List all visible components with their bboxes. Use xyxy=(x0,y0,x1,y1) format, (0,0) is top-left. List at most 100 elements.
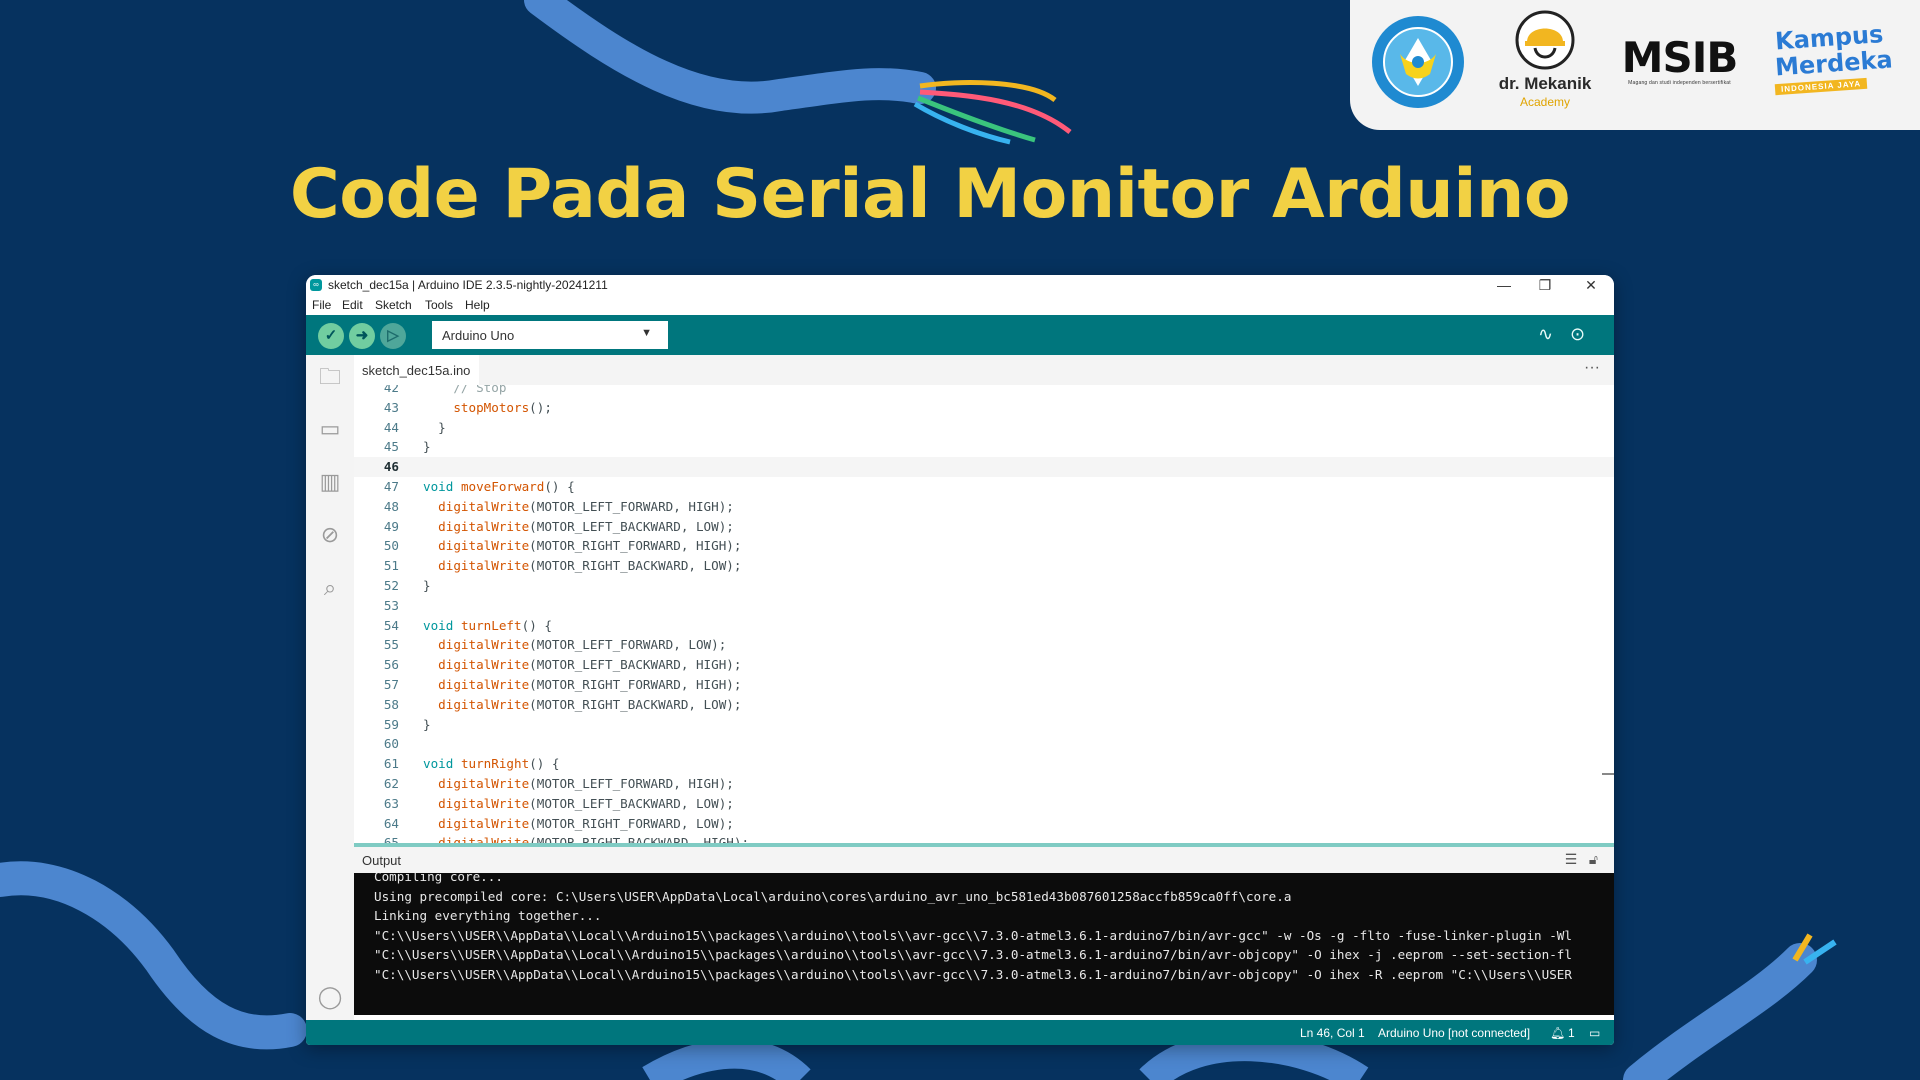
clear-output-icon[interactable]: ☰ xyxy=(1565,851,1578,867)
output-line: "C:\\Users\\USER\\AppData\\Local\\Arduin… xyxy=(374,947,1572,962)
tab-sketch[interactable]: sketch_dec15a.ino xyxy=(354,355,479,385)
code-line[interactable]: 50 digitalWrite(MOTOR_RIGHT_FORWARD, HIG… xyxy=(354,536,1614,556)
line-number: 42 xyxy=(383,385,399,395)
notification-icon[interactable]: 🔔︎ xyxy=(1550,1026,1565,1040)
msib-word: MSIB xyxy=(1621,33,1739,82)
window-titlebar: ∞ sketch_dec15a | Arduino IDE 2.3.5-nigh… xyxy=(306,275,1614,295)
toolbar: ✓ ➜ ▷ Arduino Uno ▼ ∿ ⊙ xyxy=(306,315,1614,355)
line-number: 43 xyxy=(383,399,399,415)
output-line: Compiling core... xyxy=(374,873,503,884)
code-line[interactable]: 44 } xyxy=(354,418,1614,438)
debug-icon: ▷ xyxy=(387,327,399,344)
code-text: digitalWrite(MOTOR_LEFT_FORWARD, LOW); xyxy=(438,637,727,653)
code-line[interactable]: 52} xyxy=(354,576,1614,596)
menu-file[interactable]: File xyxy=(312,298,331,312)
code-line[interactable]: 61 void turnRight() { xyxy=(354,754,1614,774)
restore-button[interactable]: ❐ xyxy=(1522,275,1568,295)
lock-icon[interactable]: 🔓︎ xyxy=(1589,851,1598,867)
code-line[interactable]: 60 xyxy=(354,734,1614,754)
code-line[interactable]: 45} xyxy=(354,437,1614,457)
kampus-merdeka-logo: Kampus Merdeka INDONESIA JAYA xyxy=(1774,20,1905,96)
more-options-icon[interactable]: ··· xyxy=(1584,359,1600,377)
upload-button[interactable]: ➜ xyxy=(349,323,375,349)
line-number: 58 xyxy=(383,696,399,712)
code-line[interactable]: 59} xyxy=(354,715,1614,735)
line-number: 47 xyxy=(383,479,399,494)
code-line[interactable]: 57 digitalWrite(MOTOR_RIGHT_FORWARD, HIG… xyxy=(354,675,1614,695)
dr-mekanik-sub: Academy xyxy=(1519,95,1571,109)
board-selector[interactable]: Arduino Uno ▼ xyxy=(432,321,668,349)
line-number: 57 xyxy=(383,677,399,692)
folder-icon[interactable]: 🗀 xyxy=(316,363,344,391)
code-text: // Stop xyxy=(423,385,507,395)
menu-help[interactable]: Help xyxy=(465,298,490,312)
code-line[interactable]: 42 // Stop xyxy=(354,385,1614,398)
code-line[interactable]: 53 xyxy=(354,596,1614,616)
output-tools: ☰ 🔓︎ xyxy=(1565,851,1598,868)
code-line[interactable]: 49 digitalWrite(MOTOR_LEFT_BACKWARD, LOW… xyxy=(354,517,1614,537)
code-text: digitalWrite(MOTOR_LEFT_FORWARD, HIGH); xyxy=(438,776,734,791)
line-number: 46 xyxy=(383,459,399,475)
code-line[interactable]: 54 void turnLeft() { xyxy=(354,616,1614,636)
code-line[interactable]: 64 digitalWrite(MOTOR_RIGHT_FORWARD, LOW… xyxy=(354,814,1614,834)
boards-manager-icon[interactable]: ▭ xyxy=(316,415,344,443)
line-number: 50 xyxy=(383,538,399,554)
code-text: digitalWrite(MOTOR_RIGHT_FORWARD, LOW); xyxy=(438,815,734,831)
close-button[interactable]: ✕ xyxy=(1568,275,1614,295)
output-console[interactable]: Compiling core... Using precompiled core:… xyxy=(354,873,1614,1015)
code-line[interactable]: 65 digitalWrite(MOTOR_RIGHT_BACKWARD, HI… xyxy=(354,833,1614,843)
msib-logo: MSIB Magang dan studi independen bersert… xyxy=(1602,33,1757,87)
window-title: sketch_dec15a | Arduino IDE 2.3.5-nightl… xyxy=(328,278,608,292)
code-line[interactable]: 51 digitalWrite(MOTOR_RIGHT_BACKWARD, LO… xyxy=(354,556,1614,576)
code-text: digitalWrite(MOTOR_LEFT_BACKWARD, LOW); xyxy=(438,518,734,534)
menu-sketch[interactable]: Sketch xyxy=(375,298,412,312)
code-line[interactable]: 63 digitalWrite(MOTOR_LEFT_BACKWARD, LOW… xyxy=(354,794,1614,814)
code-text: digitalWrite(MOTOR_RIGHT_FORWARD, HIGH); xyxy=(438,677,742,692)
output-line: "C:\\Users\\USER\\AppData\\Local\\Arduin… xyxy=(374,966,1572,982)
library-manager-icon[interactable]: ▥ xyxy=(316,468,344,496)
board-selector-label: Arduino Uno xyxy=(442,328,515,343)
code-line[interactable]: 43 stopMotors(); xyxy=(354,398,1614,418)
serial-monitor-button[interactable]: ⊙ xyxy=(1570,324,1585,345)
code-line[interactable]: 47 void moveForward() { xyxy=(354,477,1614,497)
code-line[interactable]: 56 digitalWrite(MOTOR_LEFT_BACKWARD, HIG… xyxy=(354,655,1614,675)
menu-edit[interactable]: Edit xyxy=(342,298,363,312)
code-line[interactable]: 46 xyxy=(354,457,1614,478)
profile-icon[interactable]: ◯ xyxy=(316,983,344,1011)
tab-filename: sketch_dec15a.ino xyxy=(362,363,471,378)
code-text: digitalWrite(MOTOR_RIGHT_BACKWARD, LOW); xyxy=(438,696,742,712)
line-number: 60 xyxy=(383,736,399,752)
line-number: 65 xyxy=(383,835,399,843)
toggle-panel-icon[interactable]: ▭ xyxy=(1589,1026,1600,1040)
minimize-button[interactable]: — xyxy=(1481,275,1527,295)
code-editor[interactable]: 42 // Stop 43 stopMotors(); 44 } 45} 46 47 voi… xyxy=(354,385,1614,843)
output-line: Using precompiled core: C:\Users\USER\Ap… xyxy=(374,888,1292,904)
line-number: 59 xyxy=(383,716,399,732)
cursor-position[interactable]: Ln 46, Col 1 xyxy=(1300,1026,1365,1040)
debug-sidebar-icon[interactable]: ⊘ xyxy=(316,521,344,549)
verify-button[interactable]: ✓ xyxy=(318,323,344,349)
sponsor-logos: dr. Mekanik Academy MSIB Magang dan stud… xyxy=(1350,0,1920,130)
notification-count: 1 xyxy=(1568,1026,1575,1040)
code-text: digitalWrite(MOTOR_RIGHT_BACKWARD, LOW); xyxy=(438,558,742,574)
line-number: 48 xyxy=(383,498,399,514)
debug-button[interactable]: ▷ xyxy=(380,323,406,349)
code-text: digitalWrite(MOTOR_LEFT_BACKWARD, LOW); xyxy=(438,795,734,811)
line-number: 61 xyxy=(383,756,399,772)
code-line[interactable]: 48 digitalWrite(MOTOR_LEFT_FORWARD, HIGH… xyxy=(354,497,1614,517)
line-number: 64 xyxy=(383,815,399,831)
code-line[interactable]: 58 digitalWrite(MOTOR_RIGHT_BACKWARD, LO… xyxy=(354,695,1614,715)
code-line[interactable]: 62 digitalWrite(MOTOR_LEFT_FORWARD, HIGH… xyxy=(354,774,1614,794)
board-status[interactable]: Arduino Uno [not connected] xyxy=(1378,1026,1530,1040)
menu-tools[interactable]: Tools xyxy=(425,298,453,312)
code-line[interactable]: 55 digitalWrite(MOTOR_LEFT_FORWARD, LOW)… xyxy=(354,635,1614,655)
status-bar: Ln 46, Col 1 Arduino Uno [not connected]… xyxy=(306,1020,1614,1045)
code-text: digitalWrite(MOTOR_LEFT_FORWARD, HIGH); xyxy=(438,498,734,514)
serial-plotter-button[interactable]: ∿ xyxy=(1538,324,1553,345)
code-text: stopMotors(); xyxy=(453,399,552,415)
code-text: } xyxy=(423,439,431,455)
code-text: digitalWrite(MOTOR_RIGHT_FORWARD, HIGH); xyxy=(438,538,742,554)
search-icon[interactable]: ⌕ xyxy=(316,574,344,602)
line-number: 53 xyxy=(383,597,399,613)
line-number: 54 xyxy=(383,617,399,633)
